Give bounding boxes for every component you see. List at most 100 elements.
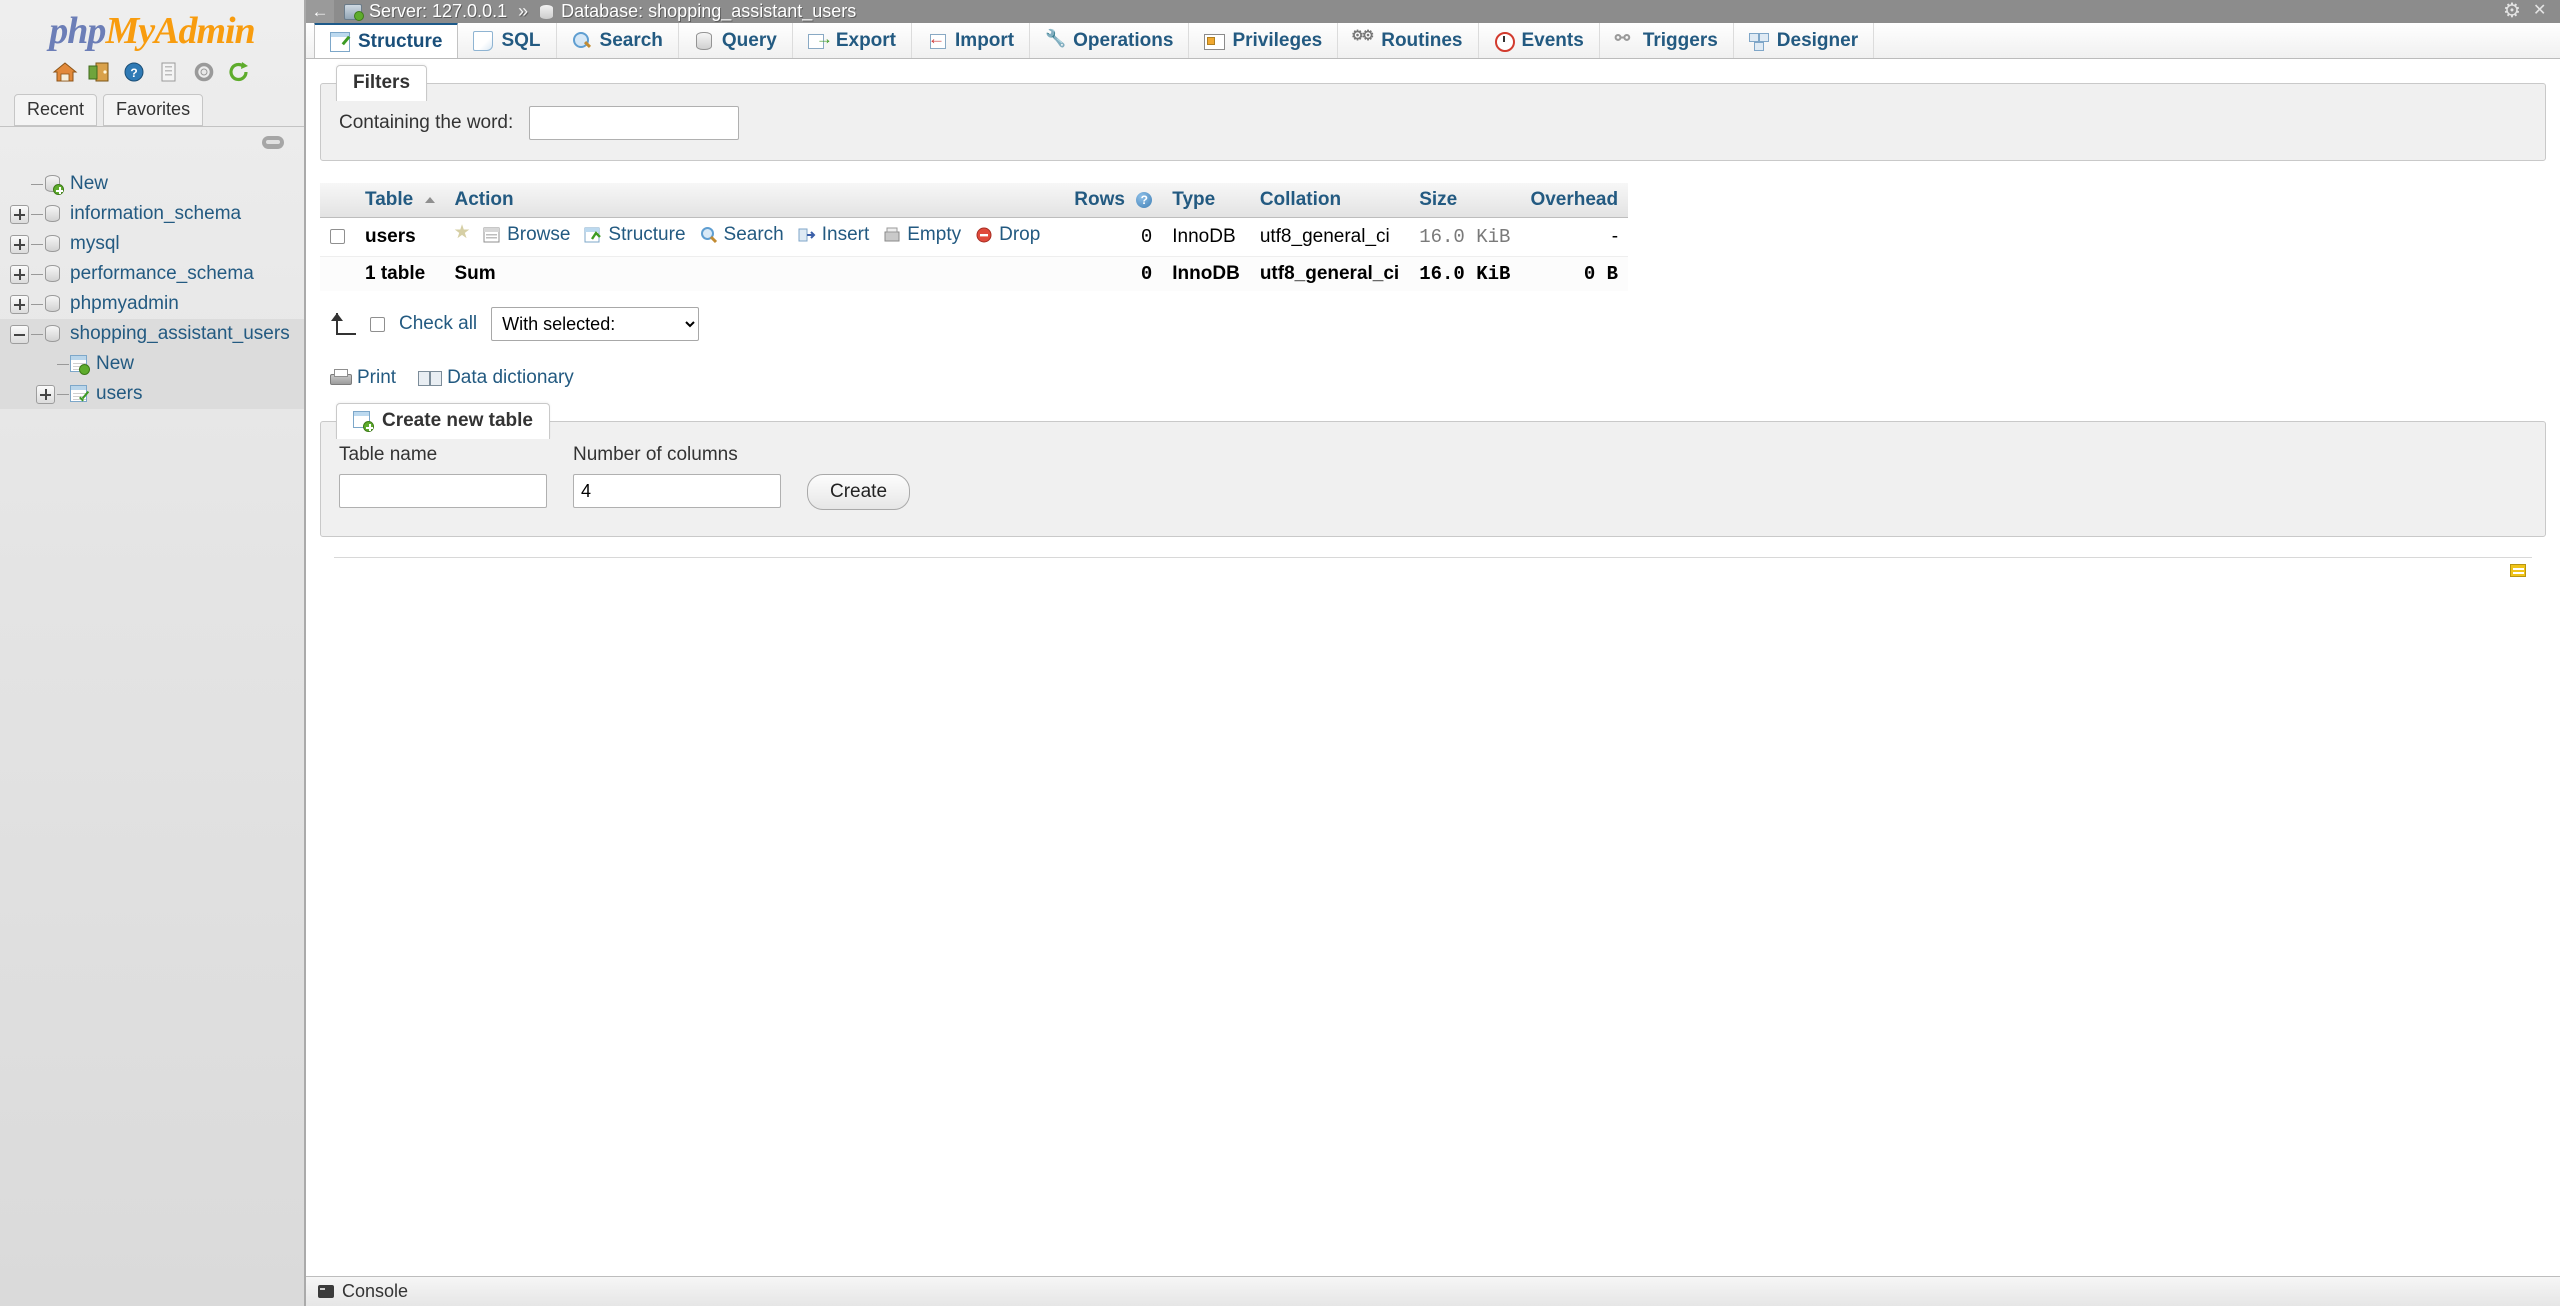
summary-count: 1 table — [355, 256, 445, 291]
header-collation[interactable]: Collation — [1249, 183, 1410, 218]
browse-icon — [483, 226, 501, 244]
gear-icon[interactable] — [2503, 0, 2522, 23]
help-icon[interactable]: ? — [122, 60, 148, 84]
header-overhead[interactable]: Overhead — [1520, 183, 1629, 218]
containing-word-input[interactable] — [529, 106, 740, 140]
action-empty[interactable]: Empty — [883, 224, 961, 246]
notes-icon[interactable] — [2510, 564, 2526, 577]
row-checkbox[interactable] — [330, 229, 345, 245]
logout-icon[interactable] — [87, 60, 113, 84]
row-table-name[interactable]: users — [355, 217, 445, 257]
sidebar-tab-recent[interactable]: Recent — [14, 94, 98, 126]
columns-input[interactable] — [573, 474, 781, 508]
header-size[interactable]: Size — [1409, 183, 1521, 218]
tab-routines[interactable]: Routines — [1338, 23, 1479, 58]
new-database-icon — [43, 174, 64, 195]
drop-icon — [975, 226, 993, 244]
expand-icon[interactable] — [10, 264, 29, 284]
structure-icon — [584, 226, 602, 244]
tree-item-label[interactable]: shopping_assistant_users — [70, 323, 290, 345]
phpmyadmin-logo[interactable]: phpMyAdmin — [0, 0, 304, 54]
header-checkbox — [320, 183, 355, 218]
expand-icon[interactable] — [36, 384, 55, 404]
tab-triggers[interactable]: Triggers — [1600, 23, 1734, 58]
home-icon[interactable] — [52, 60, 78, 84]
tab-sql[interactable]: SQL — [458, 23, 557, 58]
tree-item-label[interactable]: information_schema — [70, 203, 241, 225]
tree-item-shopping-assistant-users[interactable]: shopping_assistant_users — [0, 319, 304, 349]
rows-help-icon[interactable]: ? — [1136, 191, 1153, 208]
with-selected-select[interactable]: With selected:Check tablesOptimize table… — [491, 307, 700, 341]
filters-legend[interactable]: Filters — [336, 65, 428, 101]
expand-icon[interactable] — [10, 294, 29, 314]
tab-structure[interactable]: Structure — [314, 22, 459, 58]
tree-item-new[interactable]: New — [0, 349, 304, 379]
table-name-input[interactable] — [339, 474, 547, 508]
header-type[interactable]: Type — [1162, 183, 1250, 218]
collapse-sidebar-button[interactable]: ← — [306, 0, 334, 23]
row-actions: Browse Structure Search Insert Empty Drop — [444, 217, 1065, 257]
tree-item-new[interactable]: New — [0, 169, 304, 199]
tree-connector — [31, 213, 43, 215]
action-drop[interactable]: Drop — [975, 224, 1040, 246]
create-button[interactable]: Create — [807, 474, 911, 510]
close-icon[interactable] — [2531, 0, 2550, 21]
action-search[interactable]: Search — [700, 224, 784, 246]
bottom-divider — [334, 557, 2532, 593]
header-rows[interactable]: Rows ? — [1064, 183, 1163, 218]
tab-designer[interactable]: Designer — [1734, 23, 1875, 58]
action-structure[interactable]: Structure — [584, 224, 686, 246]
favorite-star-icon[interactable] — [454, 221, 473, 244]
action-insert[interactable]: Insert — [798, 224, 869, 246]
tree-item-users[interactable]: users — [0, 379, 304, 409]
tree-item-performance-schema[interactable]: performance_schema — [0, 259, 304, 289]
topbar-actions — [2503, 0, 2550, 23]
create-table-legend[interactable]: Create new table — [336, 403, 550, 439]
selection-controls: Check all With selected:Check tablesOpti… — [320, 307, 2546, 341]
tree-item-label[interactable]: New — [70, 173, 108, 195]
structure-icon — [330, 31, 350, 52]
data-dictionary-link[interactable]: Data dictionary — [418, 367, 574, 389]
tab-search[interactable]: Search — [557, 23, 679, 58]
tab-operations[interactable]: Operations — [1030, 23, 1190, 58]
tree-item-label[interactable]: users — [96, 383, 142, 405]
breadcrumb-database[interactable]: Database: shopping_assistant_users — [561, 1, 856, 22]
tree-item-mysql[interactable]: mysql — [0, 229, 304, 259]
create-table-body: Table name Number of columns Create — [320, 421, 2546, 537]
expand-icon[interactable] — [10, 234, 29, 254]
tab-privileges[interactable]: Privileges — [1189, 23, 1339, 58]
console-bar[interactable]: Console — [306, 1276, 2560, 1306]
link-with-main-panel-icon[interactable] — [262, 136, 284, 149]
database-icon — [43, 234, 63, 254]
tables-list-body: users Browse Structure Search Insert Empty Dr… — [320, 217, 1629, 291]
tab-import[interactable]: Import — [912, 23, 1031, 58]
tab-events[interactable]: Events — [1479, 23, 1600, 58]
tab-export[interactable]: Export — [793, 23, 913, 58]
tree-item-label[interactable]: phpmyadmin — [70, 293, 179, 315]
settings-icon[interactable] — [192, 60, 218, 84]
check-all-label[interactable]: Check all — [399, 313, 477, 335]
tree-item-label[interactable]: mysql — [70, 233, 120, 255]
docs-icon[interactable] — [157, 60, 183, 84]
breadcrumb-server[interactable]: Server: 127.0.0.1 — [369, 1, 507, 22]
check-all-checkbox[interactable] — [370, 316, 385, 332]
columns-group: Number of columns — [573, 444, 781, 508]
console-icon — [318, 1285, 334, 1298]
database-icon — [539, 3, 555, 20]
sidebar-tab-favorites[interactable]: Favorites — [103, 94, 204, 126]
tree-item-label[interactable]: performance_schema — [70, 263, 254, 285]
tree-item-phpmyadmin[interactable]: phpmyadmin — [0, 289, 304, 319]
reload-icon[interactable] — [227, 60, 253, 84]
header-table[interactable]: Table — [355, 183, 445, 218]
expand-icon[interactable] — [10, 204, 29, 224]
tree-item-information-schema[interactable]: information_schema — [0, 199, 304, 229]
tree-item-label[interactable]: New — [96, 353, 134, 375]
sidebar-quick-icons: ? — [0, 54, 304, 94]
tab-label: SQL — [501, 29, 541, 51]
print-link[interactable]: Print — [330, 367, 396, 389]
action-browse[interactable]: Browse — [483, 224, 570, 246]
tab-query[interactable]: Query — [679, 23, 793, 58]
collapse-icon[interactable] — [10, 324, 29, 344]
row-type: InnoDB — [1162, 217, 1250, 257]
